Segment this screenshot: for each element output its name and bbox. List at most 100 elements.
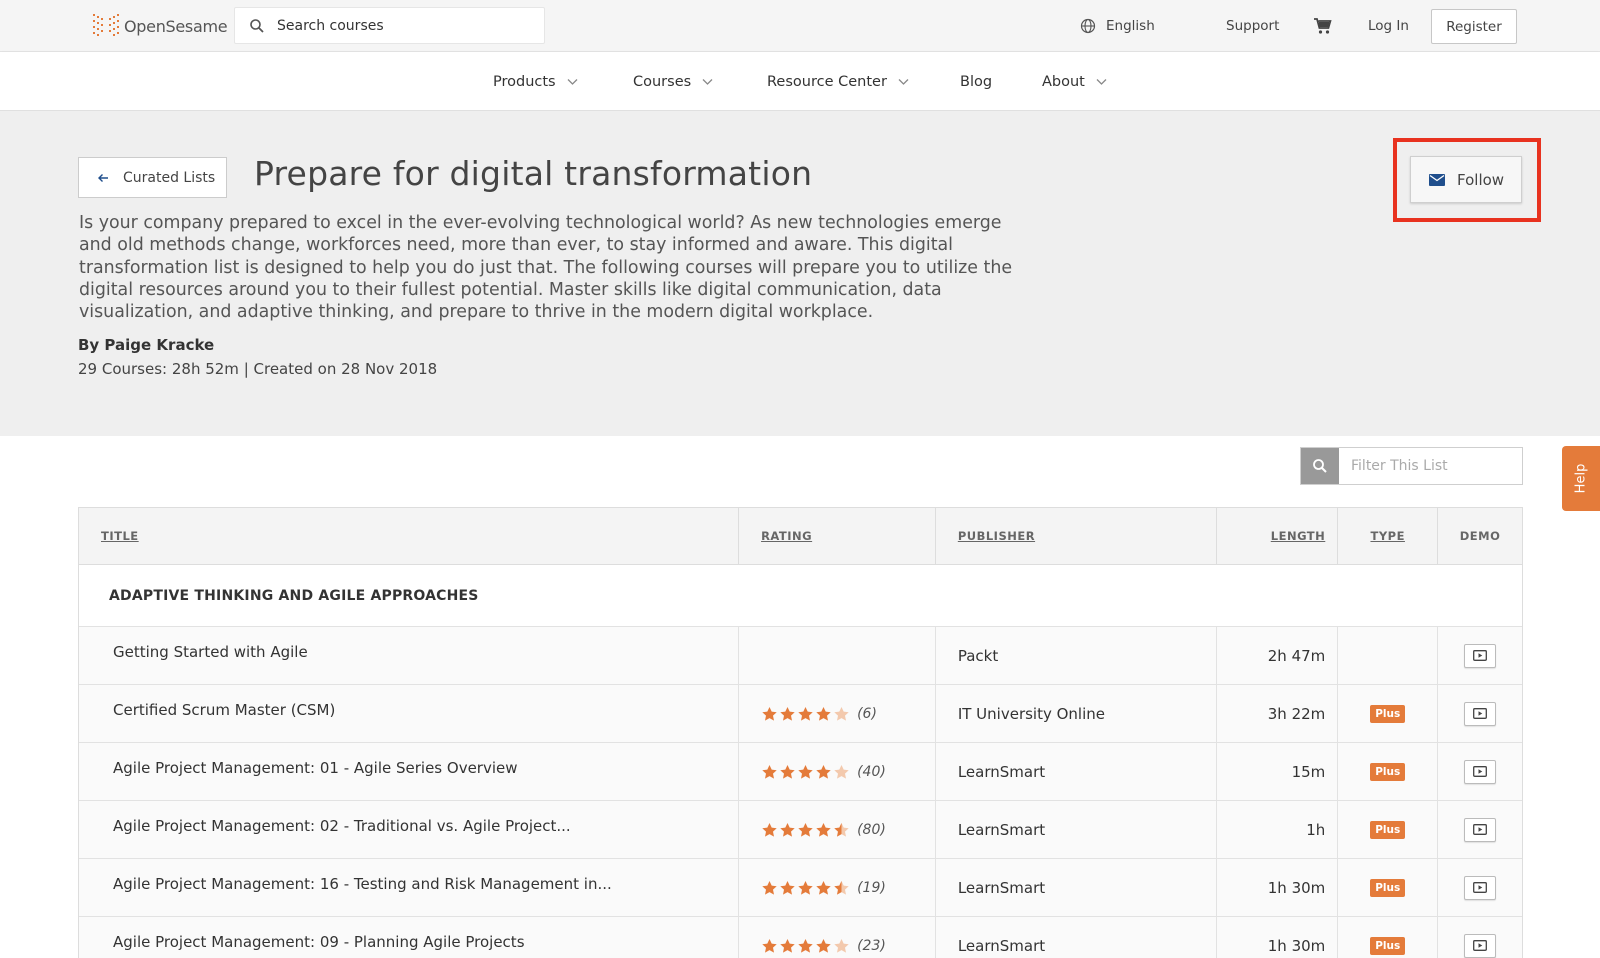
back-to-curated-lists-button[interactable]: Curated Lists bbox=[78, 157, 227, 198]
type-cell: Plus bbox=[1338, 801, 1439, 858]
nav-blog[interactable]: Blog bbox=[960, 52, 992, 111]
nav-products[interactable]: Products bbox=[493, 52, 578, 111]
column-type[interactable]: TYPE bbox=[1338, 508, 1439, 564]
course-title-link[interactable]: Certified Scrum Master (CSM) bbox=[113, 701, 335, 719]
column-rating[interactable]: RATING bbox=[739, 508, 936, 564]
course-title-link[interactable]: Agile Project Management: 02 - Tradition… bbox=[113, 817, 571, 835]
demo-button[interactable] bbox=[1464, 817, 1497, 842]
table-row[interactable]: Certified Scrum Master (CSM) (6) IT Univ… bbox=[79, 685, 1522, 743]
star-rating: (40) bbox=[761, 764, 886, 780]
search-icon bbox=[1313, 459, 1327, 473]
group-heading: ADAPTIVE THINKING AND AGILE APPROACHES bbox=[79, 565, 1522, 627]
rating-count: (40) bbox=[857, 763, 886, 780]
course-title-link[interactable]: Getting Started with Agile bbox=[113, 643, 308, 661]
course-table: TITLE RATING PUBLISHER LENGTH TYPE DEMO … bbox=[78, 507, 1523, 958]
star-half-icon bbox=[834, 880, 849, 895]
star-full-icon bbox=[816, 880, 831, 895]
type-cell: Plus bbox=[1338, 743, 1439, 800]
star-half-icon bbox=[834, 822, 849, 837]
star-full-icon bbox=[798, 938, 813, 953]
publisher-cell: LearnSmart bbox=[936, 743, 1218, 800]
star-rating: (19) bbox=[761, 880, 886, 896]
course-length: 3h 22m bbox=[1267, 704, 1326, 723]
star-full-icon bbox=[780, 880, 795, 895]
plus-badge: Plus bbox=[1370, 936, 1406, 955]
publisher-name: LearnSmart bbox=[957, 878, 1046, 897]
nav-label: Products bbox=[493, 73, 556, 90]
rating-cell: (40) bbox=[739, 743, 936, 800]
play-video-icon bbox=[1473, 824, 1488, 835]
table-row[interactable]: Agile Project Management: 16 - Testing a… bbox=[79, 859, 1522, 917]
star-full-icon bbox=[798, 880, 813, 895]
login-link[interactable]: Log In bbox=[1368, 0, 1409, 52]
nav-courses[interactable]: Courses bbox=[633, 52, 713, 111]
column-title[interactable]: TITLE bbox=[79, 508, 740, 564]
filter-search-button[interactable] bbox=[1301, 448, 1339, 484]
mail-icon bbox=[1429, 173, 1445, 186]
globe-icon bbox=[1080, 18, 1096, 34]
page-title: Prepare for digital transformation bbox=[254, 154, 813, 193]
demo-cell bbox=[1438, 627, 1522, 684]
type-cell: Plus bbox=[1338, 685, 1439, 742]
table-body: Getting Started with Agile Packt 2h 47m … bbox=[79, 627, 1522, 958]
support-link[interactable]: Support bbox=[1226, 0, 1279, 52]
play-video-icon bbox=[1473, 708, 1488, 719]
demo-button[interactable] bbox=[1464, 875, 1497, 900]
table-row[interactable]: Agile Project Management: 09 - Planning … bbox=[79, 917, 1522, 958]
help-tab[interactable]: Help bbox=[1562, 446, 1600, 511]
publisher-name: LearnSmart bbox=[957, 820, 1046, 839]
demo-button[interactable] bbox=[1464, 933, 1497, 958]
star-rating: (23) bbox=[761, 938, 886, 954]
table-row[interactable]: Agile Project Management: 02 - Tradition… bbox=[79, 801, 1522, 859]
plus-badge: Plus bbox=[1370, 820, 1406, 839]
column-length-label: LENGTH bbox=[1270, 529, 1326, 543]
list-meta: 29 Courses: 28h 52m | Created on 28 Nov … bbox=[78, 360, 438, 378]
rating-cell bbox=[739, 627, 936, 684]
rating-count: (23) bbox=[857, 937, 886, 954]
table-row[interactable]: Agile Project Management: 01 - Agile Ser… bbox=[79, 743, 1522, 801]
column-publisher[interactable]: PUBLISHER bbox=[936, 508, 1218, 564]
cart-button[interactable] bbox=[1313, 0, 1333, 52]
nav-resource-center[interactable]: Resource Center bbox=[767, 52, 909, 111]
course-title-link[interactable]: Agile Project Management: 01 - Agile Ser… bbox=[113, 759, 518, 777]
help-label: Help bbox=[1573, 463, 1589, 494]
language-selector[interactable]: English bbox=[1080, 0, 1155, 52]
play-video-icon bbox=[1473, 766, 1488, 777]
rating-cell: (6) bbox=[739, 685, 936, 742]
course-title-cell: Certified Scrum Master (CSM) bbox=[79, 685, 740, 742]
star-full-icon bbox=[816, 938, 831, 953]
course-title-cell: Agile Project Management: 02 - Tradition… bbox=[79, 801, 740, 858]
demo-cell bbox=[1438, 685, 1522, 742]
star-full-icon bbox=[798, 822, 813, 837]
demo-button[interactable] bbox=[1464, 759, 1497, 784]
table-row[interactable]: Getting Started with Agile Packt 2h 47m bbox=[79, 627, 1522, 685]
follow-button[interactable]: Follow bbox=[1410, 156, 1522, 203]
course-title-cell: Agile Project Management: 09 - Planning … bbox=[79, 917, 740, 958]
main-nav: Products Courses Resource Center Blog Ab… bbox=[0, 52, 1600, 111]
logo[interactable]: OpenSesame bbox=[92, 12, 228, 40]
list-description: Is your company prepared to excel in the… bbox=[79, 213, 1013, 323]
publisher-cell: LearnSmart bbox=[936, 917, 1218, 958]
demo-button[interactable] bbox=[1464, 701, 1497, 726]
length-cell: 1h 30m bbox=[1217, 859, 1339, 916]
nav-about[interactable]: About bbox=[1042, 52, 1107, 111]
star-empty-icon bbox=[834, 706, 849, 721]
star-full-icon bbox=[762, 880, 777, 895]
table-header: TITLE RATING PUBLISHER LENGTH TYPE DEMO bbox=[79, 508, 1522, 565]
chevron-down-icon bbox=[898, 79, 909, 85]
column-type-label: TYPE bbox=[1370, 529, 1405, 543]
star-full-icon bbox=[798, 764, 813, 779]
course-title-link[interactable]: Agile Project Management: 16 - Testing a… bbox=[113, 875, 612, 893]
course-length: 2h 47m bbox=[1267, 646, 1326, 665]
demo-button[interactable] bbox=[1464, 643, 1497, 668]
column-title-label: TITLE bbox=[101, 529, 139, 543]
course-title-link[interactable]: Agile Project Management: 09 - Planning … bbox=[113, 933, 525, 951]
star-full-icon bbox=[780, 822, 795, 837]
publisher-name: LearnSmart bbox=[957, 936, 1046, 955]
course-title-cell: Agile Project Management: 16 - Testing a… bbox=[79, 859, 740, 916]
search-input[interactable] bbox=[277, 17, 527, 34]
register-button[interactable]: Register bbox=[1431, 9, 1517, 44]
column-length[interactable]: LENGTH bbox=[1217, 508, 1339, 564]
filter-input[interactable] bbox=[1339, 448, 1519, 484]
star-full-icon bbox=[798, 706, 813, 721]
